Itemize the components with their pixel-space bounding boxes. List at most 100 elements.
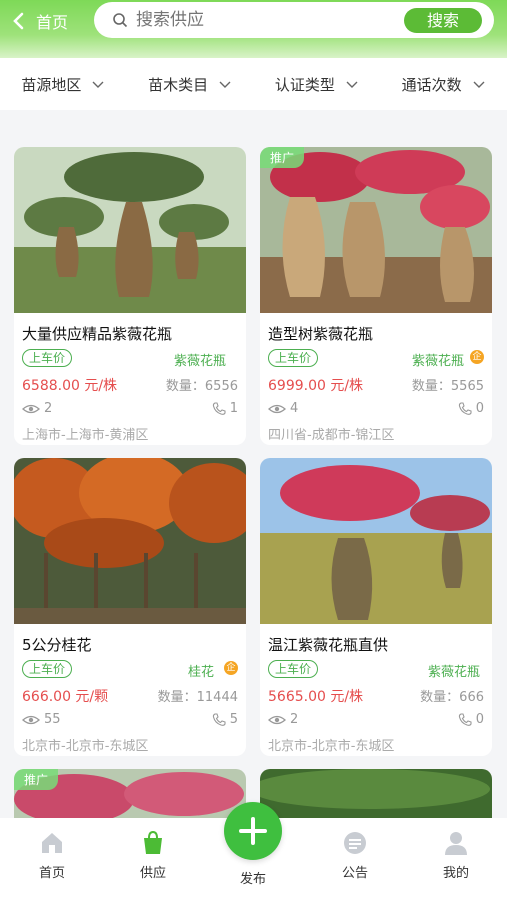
price: 6588.00 元/株 (22, 378, 118, 394)
price: 6999.00 元/株 (268, 378, 364, 394)
search-input[interactable] (134, 9, 378, 31)
tab-mine[interactable]: 我的 (416, 818, 496, 881)
call-count: 5 (229, 712, 238, 727)
filter-label: 苗木类目 (148, 75, 209, 94)
calls: 0 (458, 401, 484, 416)
chevron-down-icon (92, 81, 104, 88)
view-count: 2 (44, 401, 53, 416)
bottom-tab-bar: 首页 供应 发布 公告 我的 (0, 802, 507, 900)
home-icon (42, 833, 62, 853)
tab-supply[interactable]: 供应 (113, 818, 193, 881)
eye-icon (268, 404, 286, 413)
phone-icon (212, 401, 226, 415)
tab-home[interactable]: 首页 (12, 818, 92, 881)
tab-notice[interactable]: 公告 (315, 818, 395, 881)
category-label: 紫薇花瓶 (411, 354, 464, 369)
price-tag: 上车价 (22, 660, 73, 678)
category-label: 紫薇花瓶 (427, 665, 480, 680)
product-title: 温江紫薇花瓶直供 (268, 636, 389, 654)
price: 5665.00 元/株 (268, 689, 364, 705)
tab-label: 公告 (341, 866, 368, 881)
quantity: 数量：666 (420, 690, 484, 705)
view-count: 4 (290, 401, 299, 416)
back-button[interactable]: 首页 (10, 8, 68, 34)
category-label: 紫薇花瓶 (173, 354, 226, 369)
phone-icon (458, 712, 472, 726)
post-label: 发布 (239, 872, 266, 887)
call-count: 0 (475, 401, 484, 416)
product-image (260, 458, 492, 624)
view-count: 55 (44, 712, 61, 727)
filter-label: 苗源地区 (21, 75, 82, 94)
filter-call-count[interactable]: 通话次数 (380, 74, 507, 95)
quantity: 数量：6556 (165, 379, 238, 394)
address: 四川省-成都市-锦江区 (268, 428, 395, 443)
product-title: 5公分桂花 (22, 636, 92, 654)
certified-badge-icon: 企 (470, 350, 484, 364)
top-bar: 首页 搜索 (0, 0, 507, 58)
filter-region[interactable]: 苗源地区 (0, 74, 127, 95)
tree-photo (14, 458, 246, 624)
filter-label: 通话次数 (401, 75, 462, 94)
product-card[interactable]: 推广 造型树紫薇花瓶 上车价 紫薇花瓶 企 6999.00 元/株 数量：556… (260, 147, 492, 445)
filter-bar: 苗源地区 苗木类目 认证类型 通话次数 (0, 58, 507, 110)
product-image: 推广 (260, 147, 492, 313)
chevron-down-icon (219, 81, 231, 88)
certified-badge-icon: 企 (224, 661, 238, 675)
views: 55 (22, 712, 61, 727)
calls: 1 (212, 401, 238, 416)
phone-icon (212, 712, 226, 726)
address: 上海市-上海市-黄浦区 (22, 428, 149, 443)
product-card[interactable]: 5公分桂花 上车价 桂花 企 666.00 元/颗 数量：11444 55 5 … (14, 458, 246, 756)
price: 666.00 元/颗 (22, 689, 109, 705)
promo-badge: 推广 (260, 147, 305, 168)
filter-category[interactable]: 苗木类目 (127, 74, 254, 95)
filter-certification[interactable]: 认证类型 (254, 74, 381, 95)
address: 北京市-北京市-东城区 (268, 739, 395, 754)
views: 4 (268, 401, 298, 416)
promo-badge: 推广 (14, 769, 59, 790)
call-count: 1 (229, 401, 238, 416)
calls: 0 (458, 712, 484, 727)
tab-label: 我的 (442, 866, 469, 881)
view-count: 2 (290, 712, 299, 727)
search-button[interactable]: 搜索 (404, 8, 482, 33)
eye-icon (22, 404, 40, 413)
price-tag: 上车价 (268, 660, 319, 678)
chevron-down-icon (473, 81, 485, 88)
product-card[interactable]: 温江紫薇花瓶直供 上车价 紫薇花瓶 5665.00 元/株 数量：666 2 0… (260, 458, 492, 756)
views: 2 (268, 712, 298, 727)
eye-icon (22, 715, 40, 724)
product-card[interactable]: 大量供应精品紫薇花瓶 上车价 紫薇花瓶 6588.00 元/株 数量：6556 … (14, 147, 246, 445)
product-image (14, 458, 246, 624)
phone-icon (458, 401, 472, 415)
chevron-left-icon (13, 12, 24, 30)
eye-icon (268, 715, 286, 724)
back-label: 首页 (36, 13, 69, 32)
calls: 5 (212, 712, 238, 727)
price-tag: 上车价 (22, 349, 73, 367)
views: 2 (22, 401, 52, 416)
address: 北京市-北京市-东城区 (22, 739, 149, 754)
product-image (14, 147, 246, 313)
chevron-down-icon (346, 81, 358, 88)
call-count: 0 (475, 712, 484, 727)
user-icon (445, 832, 467, 855)
quantity: 数量：11444 (157, 690, 238, 705)
search-icon (113, 13, 128, 28)
tree-photo (260, 458, 492, 624)
post-button[interactable] (224, 802, 282, 860)
tree-photo (260, 147, 492, 313)
plus-icon (239, 817, 267, 845)
category-label: 桂花 (187, 665, 214, 680)
tab-label: 首页 (38, 866, 65, 881)
notice-icon (344, 832, 366, 854)
tab-label: 供应 (139, 866, 166, 881)
search-box: 搜索 (94, 2, 494, 38)
filter-label: 认证类型 (274, 75, 335, 94)
shopping-bag-icon (144, 830, 162, 854)
price-tag: 上车价 (268, 349, 319, 367)
quantity: 数量：5565 (411, 379, 484, 394)
product-title: 大量供应精品紫薇花瓶 (22, 325, 173, 343)
tree-photo (14, 147, 246, 313)
